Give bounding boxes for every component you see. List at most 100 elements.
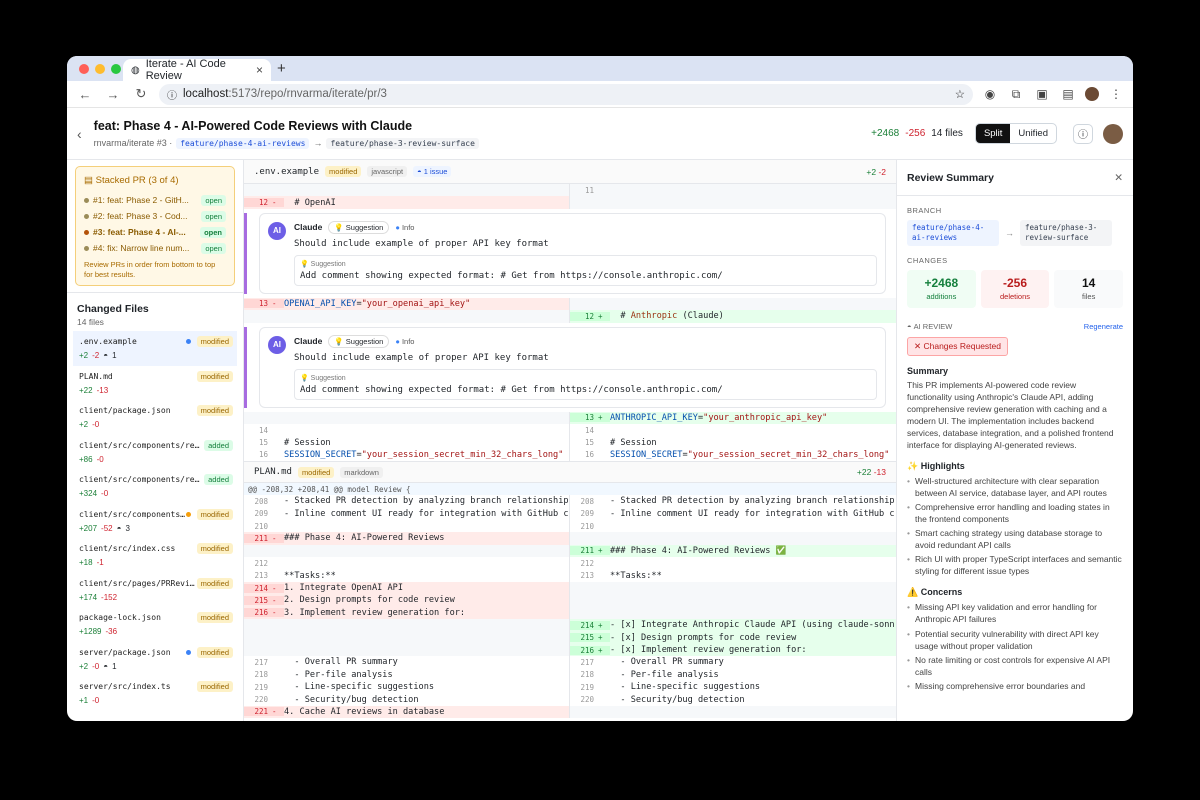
tab-bar: ◍ Iterate - AI Code Review × + — [67, 56, 1133, 82]
file-list: .env.example modified +2 -2 ◓ 1 PLAN.md modifie… — [67, 331, 243, 711]
stack-item-label: #4: fix: Narrow line num... — [93, 243, 190, 253]
stats-row: +2468 additions -256 deletions 14 files — [907, 269, 1124, 308]
split-button[interactable]: Split — [975, 124, 1011, 143]
extension-icon[interactable]: ◉ — [981, 87, 999, 101]
diff-row: 221-4. Cache AI reviews in database — [244, 705, 896, 719]
file-list-item[interactable]: client/src/components/re... added +324 -0 — [67, 469, 243, 504]
close-window-button[interactable] — [79, 64, 89, 74]
app: ‹ feat: Phase 4 - AI-Powered Code Review… — [67, 108, 1133, 721]
issue-label: 1 issue — [423, 167, 448, 176]
status-badge: modified — [196, 577, 233, 589]
status-dot-icon — [185, 649, 191, 655]
file-name[interactable]: PLAN.md — [254, 467, 292, 477]
file-list-item[interactable]: client/src/components... modified +207 -52 ◓… — [67, 504, 243, 539]
list-item: Well-structured architecture with clear … — [907, 475, 1123, 499]
comment-author: Claude — [294, 336, 323, 347]
file-name: package-lock.json — [79, 613, 161, 622]
stacked-pr-panel: ▤ Stacked PR (3 of 4) #1: feat: Phase 2 … — [75, 166, 235, 286]
new-tab-icon[interactable]: + — [277, 60, 286, 77]
changes-label: CHANGES — [907, 255, 948, 265]
download-icon[interactable]: ▤ — [1059, 87, 1077, 101]
diff-row: 210 210 — [244, 519, 896, 533]
info-icon[interactable]: ⓘ — [1073, 123, 1093, 144]
file-additions: +2 — [79, 661, 89, 671]
file-list-item[interactable]: package-lock.json modified +1289 -36 — [67, 607, 243, 642]
back-icon[interactable]: ← — [75, 87, 95, 102]
list-item: No rate limiting or cost controls for ex… — [907, 654, 1123, 678]
issue-count: 3 — [125, 523, 130, 533]
site-info-icon[interactable]: ⓘ — [167, 87, 177, 102]
list-item: Comprehensive error handling and loading… — [907, 501, 1123, 525]
file-list-item[interactable]: client/src/pages/PRRevi... modified +174 -1… — [67, 573, 243, 608]
file-name: client/src/components... — [79, 509, 186, 519]
stack-item[interactable]: #1: feat: Phase 2 - GitH... open — [84, 192, 226, 208]
diff-row: 213 **Tasks:** 213 **Tasks:** — [244, 569, 896, 582]
minimize-window-button[interactable] — [95, 64, 105, 74]
profile-avatar[interactable] — [1085, 87, 1099, 101]
changed-files-count: 14 files — [77, 317, 104, 327]
diff-row: 12 + # Anthropic (Claude) — [244, 310, 896, 323]
stack-item-label: #1: feat: Phase 2 - GitH... — [93, 195, 189, 205]
user-avatar[interactable] — [1103, 123, 1123, 144]
file-deletions: -36 — [105, 627, 118, 636]
file-list-item[interactable]: client/src/components/re... added +86 -0 — [67, 435, 243, 470]
file-del: -2 — [878, 166, 886, 177]
forward-icon[interactable]: → — [103, 87, 123, 102]
ai-comment: AI Claude 💡 Suggestion ● Info Should inclu… — [259, 212, 886, 294]
file-deletions: -0 — [101, 489, 109, 498]
file-list-item[interactable]: .env.example modified +2 -2 ◓ 1 — [73, 331, 237, 366]
file-additions: +86 — [79, 454, 93, 464]
stack-item-current[interactable]: #3: feat: Phase 4 - AI-... open — [84, 224, 226, 240]
file-name: .env.example — [79, 337, 137, 346]
list-item: Rich UI with proper TypeScript interface… — [907, 553, 1123, 577]
diff-view: .env.example modified javascript ◓ 1 iss… — [244, 160, 896, 721]
stack-dot-icon — [84, 229, 89, 235]
status-badge: open — [200, 226, 226, 238]
summary-text: This PR implements AI-powered code revie… — [907, 379, 1114, 450]
stack-item[interactable]: #2: feat: Phase 3 - Cod... open — [84, 208, 226, 224]
highlights-heading: ✨ Highlights — [907, 460, 965, 471]
sidepanel-icon[interactable]: ▣ — [1033, 87, 1051, 101]
menu-icon[interactable]: ⋮ — [1107, 87, 1125, 101]
stack-hint: Review PRs in order from bottom to top f… — [84, 260, 216, 279]
bookmark-star-icon[interactable]: ☆ — [955, 87, 965, 101]
robot-icon: ◓ — [116, 523, 122, 533]
file-list-item[interactable]: PLAN.md modified +22 -13 — [67, 366, 243, 401]
status-badge: modified — [196, 370, 233, 382]
file-name: client/src/pages/PRRevi... — [79, 578, 197, 588]
url-path: :5173/repo/rnvarma/iterate/pr/3 — [228, 88, 387, 100]
ai-avatar: AI — [268, 221, 286, 240]
unified-button[interactable]: Unified — [1010, 124, 1056, 143]
back-arrow-icon[interactable]: ‹ — [77, 126, 82, 142]
diff-row: 16 SESSION_SECRET = "your_session_secret_mi… — [244, 448, 896, 462]
summary-title: Review Summary — [907, 171, 994, 184]
comment-author: Claude — [294, 222, 323, 233]
comment-thread: AI Claude 💡 Suggestion ● Info Should inclu… — [244, 212, 896, 294]
robot-icon: ◓ — [103, 351, 109, 360]
regenerate-button[interactable]: Regenerate — [1084, 322, 1123, 331]
file-deletions: -0 — [92, 661, 100, 671]
file-name[interactable]: .env.example — [254, 167, 319, 177]
file-list-item[interactable]: client/src/index.css modified +18 -1 — [67, 538, 243, 573]
stack-item[interactable]: #4: fix: Narrow line num... open — [84, 240, 226, 256]
address-bar[interactable]: ⓘ localhost:5173/repo/rnvarma/iterate/pr… — [159, 83, 973, 105]
pr-header: ‹ feat: Phase 4 - AI-Powered Code Review… — [67, 108, 1133, 160]
puzzle-icon[interactable]: ⧉ — [1007, 87, 1025, 102]
file-list-item[interactable]: server/src/index.ts modified +1 -0 — [67, 676, 243, 711]
browser-tab[interactable]: ◍ Iterate - AI Code Review × — [123, 58, 271, 82]
status-badge: modified — [196, 681, 233, 692]
base-branch-box: feature/phase-3-review-surface — [1020, 220, 1112, 246]
file-list-item[interactable]: client/package.json modified +2 -0 — [67, 400, 243, 435]
issue-count: ◓ 1 issue — [413, 166, 452, 177]
file-additions: +1289 — [79, 627, 102, 636]
file-status: modified — [297, 466, 335, 478]
file-name: client/src/components/re... — [79, 475, 205, 484]
maximize-window-button[interactable] — [111, 64, 121, 74]
close-tab-icon[interactable]: × — [256, 63, 263, 77]
reload-icon[interactable]: ↻ — [131, 86, 151, 102]
file-additions: +324 — [79, 489, 98, 498]
file-additions: +2 — [79, 420, 89, 429]
highlights-list: Well-structured architecture with clear … — [907, 475, 1123, 578]
close-icon[interactable]: ✕ — [1114, 172, 1123, 184]
file-list-item[interactable]: server/package.json modified +2 -0 ◓ 1 — [67, 642, 243, 677]
